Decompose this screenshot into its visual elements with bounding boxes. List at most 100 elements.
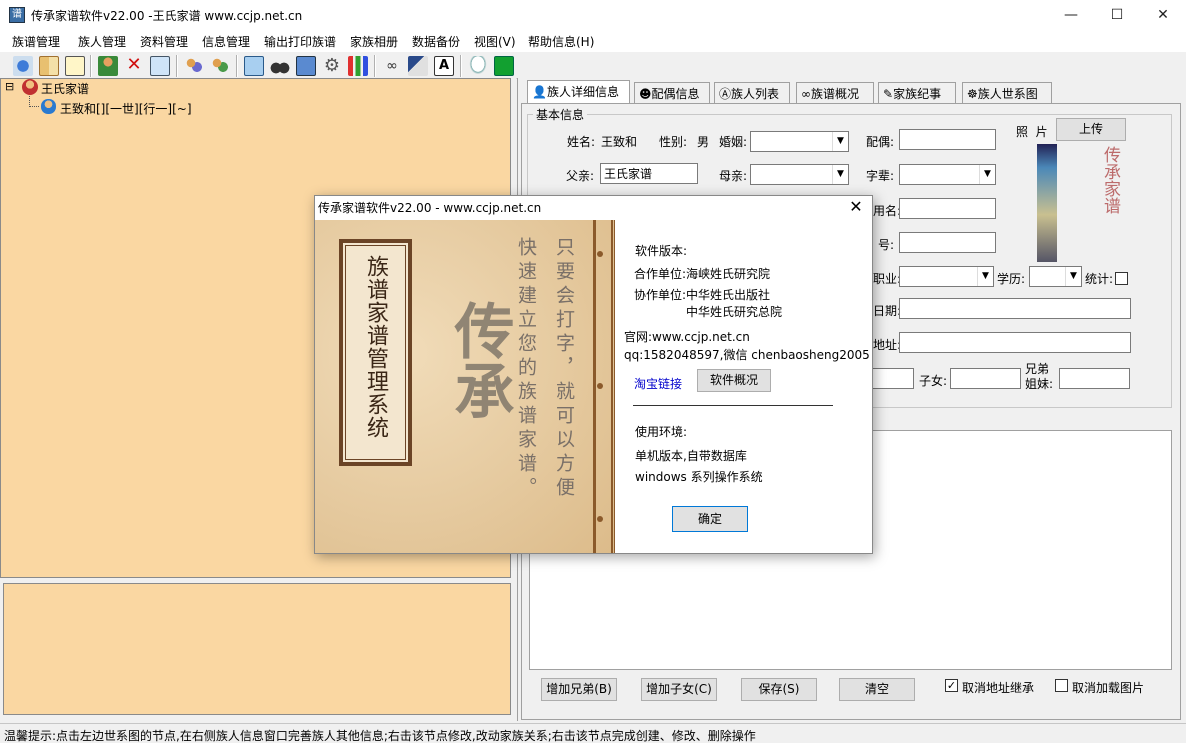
text-icon[interactable]: A <box>434 56 454 76</box>
photo-seal-image: 传承家谱 <box>1100 146 1120 214</box>
gender-value: 男 <box>697 135 710 149</box>
people-search-icon[interactable] <box>210 56 230 76</box>
ok-button[interactable]: 确定 <box>672 506 748 532</box>
alias-field[interactable] <box>899 198 996 219</box>
cancel-address-checkbox[interactable]: ✓ <box>945 679 958 692</box>
date-field[interactable] <box>899 298 1131 319</box>
delete-icon[interactable]: ✕ <box>124 56 144 76</box>
person-icon[interactable] <box>98 56 118 76</box>
marriage-select[interactable]: ▼ <box>750 131 849 152</box>
book-icon[interactable] <box>39 56 59 76</box>
lineage-tab-icon: ☸ <box>967 87 978 101</box>
mother-select[interactable]: ▼ <box>750 164 849 185</box>
chart-icon[interactable] <box>65 56 85 76</box>
chevron-down-icon: ▼ <box>1065 267 1081 286</box>
stats-label: 统计: <box>1085 272 1114 286</box>
menu-documents[interactable]: 资料管理 <box>140 33 188 50</box>
tree-icon[interactable] <box>13 56 33 76</box>
children-field[interactable] <box>950 368 1021 389</box>
address-field[interactable] <box>899 332 1131 353</box>
taobao-link[interactable]: 淘宝链接 <box>634 375 682 392</box>
alias-label: 用名: <box>873 204 902 218</box>
father-label: 父亲: <box>566 169 595 183</box>
chronicle-tab-icon: ✎ <box>883 87 894 101</box>
job-label: 职业: <box>873 272 902 286</box>
job-select[interactable]: ▼ <box>899 266 994 287</box>
clear-button[interactable]: 清空 <box>839 678 915 701</box>
calligraphy-text: 传承 <box>444 300 514 420</box>
menu-backup[interactable]: 数据备份 <box>412 33 460 50</box>
tab-label: 族人详细信息 <box>546 85 619 99</box>
tree-node-member[interactable]: 王致和[][一世][行一][~] <box>60 100 192 117</box>
tab-overview[interactable]: ∞族谱概况 <box>796 82 874 103</box>
toolbar-separator <box>460 55 462 77</box>
chevron-down-icon: ▼ <box>832 132 848 151</box>
tab-label: 配偶信息 <box>651 87 700 101</box>
overview-button[interactable]: 软件概况 <box>697 369 771 392</box>
menu-info[interactable]: 信息管理 <box>202 33 250 50</box>
close-button[interactable]: ✕ <box>1140 0 1186 30</box>
slogan-line-2: 快速建立您的族谱家谱。 <box>515 237 537 501</box>
glasses-icon[interactable]: ∞ <box>382 56 402 76</box>
menu-members[interactable]: 族人管理 <box>78 33 126 50</box>
collapse-toggle-icon[interactable]: ⊟ <box>5 80 14 93</box>
dialog-divider <box>633 405 833 406</box>
message-icon[interactable] <box>468 56 488 76</box>
menu-genealogy[interactable]: 族谱管理 <box>12 33 60 50</box>
photo-thumbnail[interactable] <box>1037 144 1057 262</box>
tree-detail-panel <box>3 583 511 715</box>
spouse-field[interactable] <box>899 129 996 150</box>
name-label: 姓名: <box>567 135 596 149</box>
menu-album[interactable]: 家族相册 <box>350 33 398 50</box>
dialog-close-icon[interactable]: ✕ <box>846 197 866 216</box>
education-select[interactable]: ▼ <box>1029 266 1082 287</box>
people-icon[interactable] <box>184 56 204 76</box>
tab-member-details[interactable]: 👤族人详细信息 <box>527 80 630 104</box>
father-field[interactable]: 王氏家谱 <box>600 163 698 184</box>
exit-icon[interactable] <box>494 56 514 76</box>
gender-label: 性别: <box>659 135 688 149</box>
maximize-button[interactable]: ☐ <box>1094 0 1140 30</box>
siblings-field[interactable] <box>1059 368 1130 389</box>
page-icon[interactable] <box>150 56 170 76</box>
tab-label: 族人列表 <box>731 87 780 101</box>
spouse-tab-icon: ☻ <box>639 87 652 101</box>
menu-view[interactable]: 视图(V) <box>474 33 516 50</box>
pages-icon[interactable] <box>296 56 316 76</box>
bar-chart-icon[interactable] <box>348 56 368 76</box>
status-bar: 温馨提示:点击左边世系图的节点,在右侧族人信息窗口完善族人其他信息;右击该节点修… <box>0 723 1186 743</box>
generation-label: 字辈: <box>866 169 895 183</box>
spouse-label: 配偶: <box>866 135 895 149</box>
minimize-button[interactable]: — <box>1048 0 1094 30</box>
copy-icon[interactable] <box>244 56 264 76</box>
tree-root-label[interactable]: 王氏家谱 <box>41 80 89 97</box>
toolbar-separator <box>176 55 178 77</box>
tab-member-list[interactable]: Ⓐ族人列表 <box>714 82 790 103</box>
partner-label: 合作单位:海峡姓氏研究院 <box>634 267 771 281</box>
cancel-image-checkbox[interactable] <box>1055 679 1068 692</box>
upload-button[interactable]: 上传 <box>1056 118 1126 141</box>
slogan-line-1: 只要会打字，就可以方便 <box>553 237 575 501</box>
member-icon <box>41 99 56 114</box>
menu-help[interactable]: 帮助信息(H) <box>528 33 594 50</box>
save-button[interactable]: 保存(S) <box>741 678 817 701</box>
book-binding <box>593 220 613 553</box>
add-sibling-button[interactable]: 增加兄弟(B) <box>541 678 617 701</box>
tab-spouse[interactable]: ☻配偶信息 <box>634 82 710 103</box>
number-field[interactable] <box>899 232 996 253</box>
env-label: 使用环境: <box>635 425 688 439</box>
add-child-button[interactable]: 增加子女(C) <box>641 678 717 701</box>
list-tab-icon: Ⓐ <box>719 87 732 101</box>
tab-lineage-chart[interactable]: ☸族人世系图 <box>962 82 1052 103</box>
binoculars-icon[interactable] <box>270 56 290 76</box>
binding-stitch <box>597 516 603 522</box>
books-icon[interactable] <box>408 56 428 76</box>
mother-label: 母亲: <box>719 169 748 183</box>
menu-print[interactable]: 输出打印族谱 <box>264 33 336 50</box>
stats-checkbox[interactable] <box>1115 272 1128 285</box>
tab-chronicle[interactable]: ✎家族纪事 <box>878 82 956 103</box>
binding-stitch <box>597 251 603 257</box>
gear-icon[interactable]: ⚙ <box>322 56 342 76</box>
generation-select[interactable]: ▼ <box>899 164 996 185</box>
address-label: 地址: <box>873 338 902 352</box>
